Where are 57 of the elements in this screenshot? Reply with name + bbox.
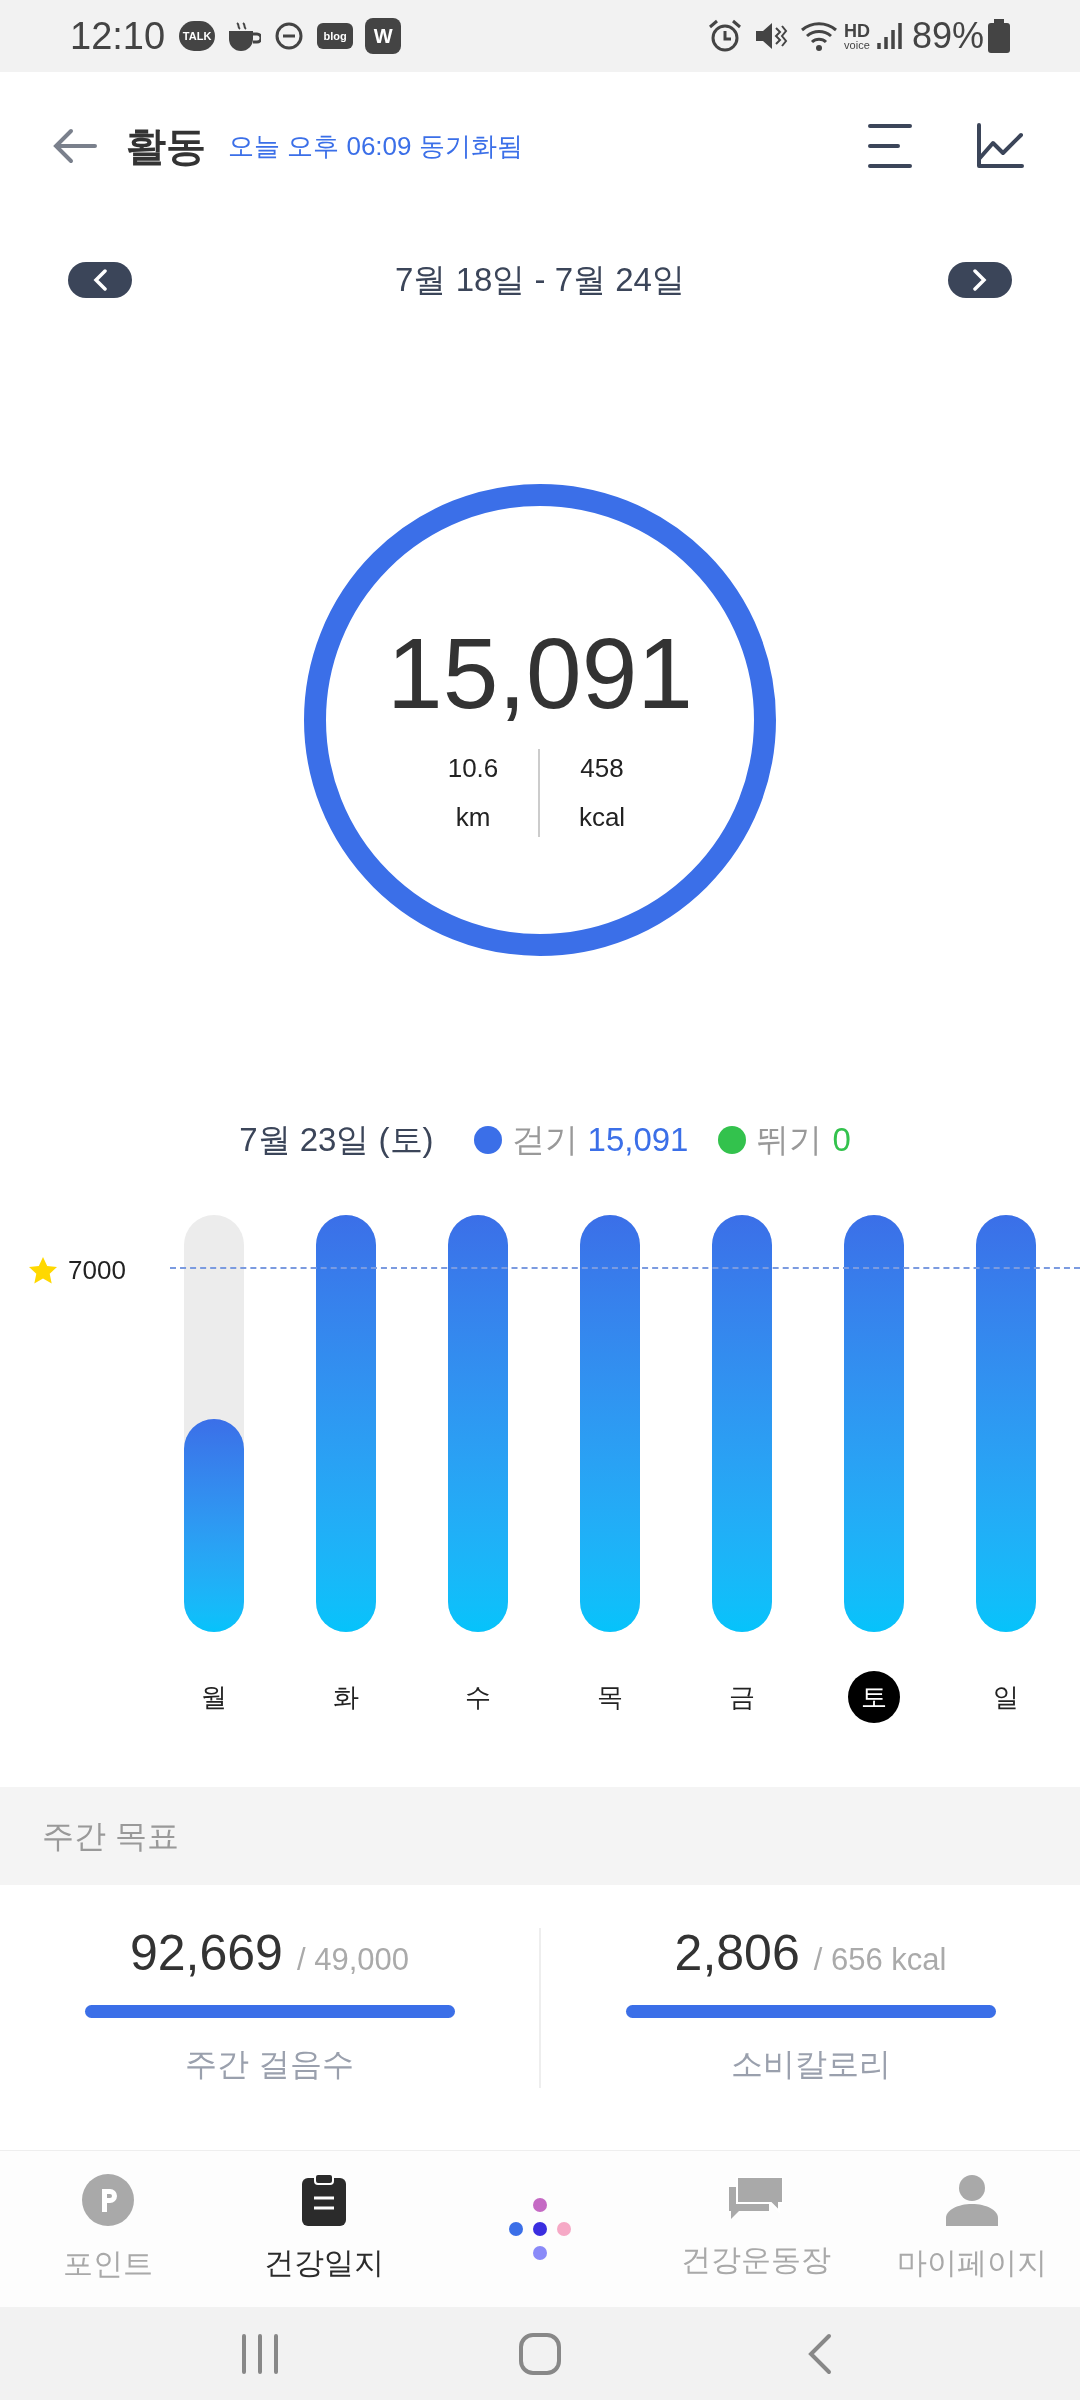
section-title: 주간 목표 (42, 1817, 179, 1856)
goal-label: 7000 (68, 1254, 126, 1287)
dots-icon (508, 2197, 572, 2261)
day-tab[interactable]: 토 (848, 1671, 900, 1723)
day-tab[interactable]: 화 (320, 1671, 372, 1723)
stat-value: 2,806 (674, 1927, 800, 1978)
points-icon (81, 2172, 135, 2227)
battery-percent: 89% (911, 14, 984, 58)
distance-unit: km (455, 801, 491, 834)
selected-date: 7월 23일 (토) (239, 1120, 434, 1161)
day-tab[interactable]: 월 (188, 1671, 240, 1723)
legend-value: 0 (832, 1120, 851, 1161)
person-icon (946, 2173, 998, 2226)
recent-apps-icon (240, 2333, 280, 2374)
day-tab[interactable]: 목 (584, 1671, 636, 1723)
cup-icon (227, 21, 262, 51)
legend-value: 15,091 (587, 1120, 689, 1161)
legend-label: 걷기 (511, 1120, 578, 1161)
stat-label: 소비칼로리 (730, 2044, 891, 2084)
alarm-icon (707, 19, 742, 53)
page-title: 활동 (126, 123, 206, 170)
stat-target: / 49,000 (296, 1940, 409, 1979)
day-tab[interactable]: 수 (452, 1671, 504, 1723)
previous-week-button[interactable] (68, 262, 132, 298)
battery-icon (988, 19, 1010, 53)
blog-icon: blog (317, 23, 354, 49)
distance-value: 10.6 (447, 752, 499, 785)
date-range: 7월 18일 - 7월 24일 (395, 260, 685, 301)
day-tab[interactable]: 금 (716, 1671, 768, 1723)
day-tab[interactable]: 일 (980, 1671, 1032, 1723)
mute-icon (753, 20, 788, 52)
do-not-disturb-icon (275, 22, 304, 50)
chevron-right-icon (973, 269, 987, 291)
star-icon (28, 1255, 58, 1286)
w-icon: W (365, 18, 402, 54)
back-icon (807, 2332, 833, 2375)
nav-tab[interactable]: 건강일지 (216, 2164, 432, 2294)
clipboard-icon (302, 2173, 346, 2226)
voice-label: voice (844, 39, 870, 51)
calories-value: 458 (580, 752, 624, 785)
hd-label: HD (843, 21, 870, 40)
next-week-button[interactable] (948, 262, 1012, 298)
calories-unit: kcal (578, 801, 626, 834)
clock: 12:10 (70, 13, 166, 59)
line-chart-icon (976, 123, 1024, 169)
list-icon (868, 123, 912, 169)
chevron-left-icon (93, 269, 107, 291)
sync-status: 오늘 오후 06:09 동기화됨 (228, 129, 523, 163)
signal-icon (875, 21, 904, 51)
stat-target: / 656 kcal (813, 1940, 947, 1979)
stat-value: 92,669 (130, 1927, 283, 1978)
talk-icon: TALK (179, 21, 216, 51)
stat-label: 주간 걸음수 (185, 2044, 354, 2084)
home-icon (518, 2331, 562, 2376)
legend-label: 뛰기 (756, 1120, 823, 1161)
step-count: 15,091 (387, 623, 693, 723)
back-arrow-icon (53, 128, 97, 164)
